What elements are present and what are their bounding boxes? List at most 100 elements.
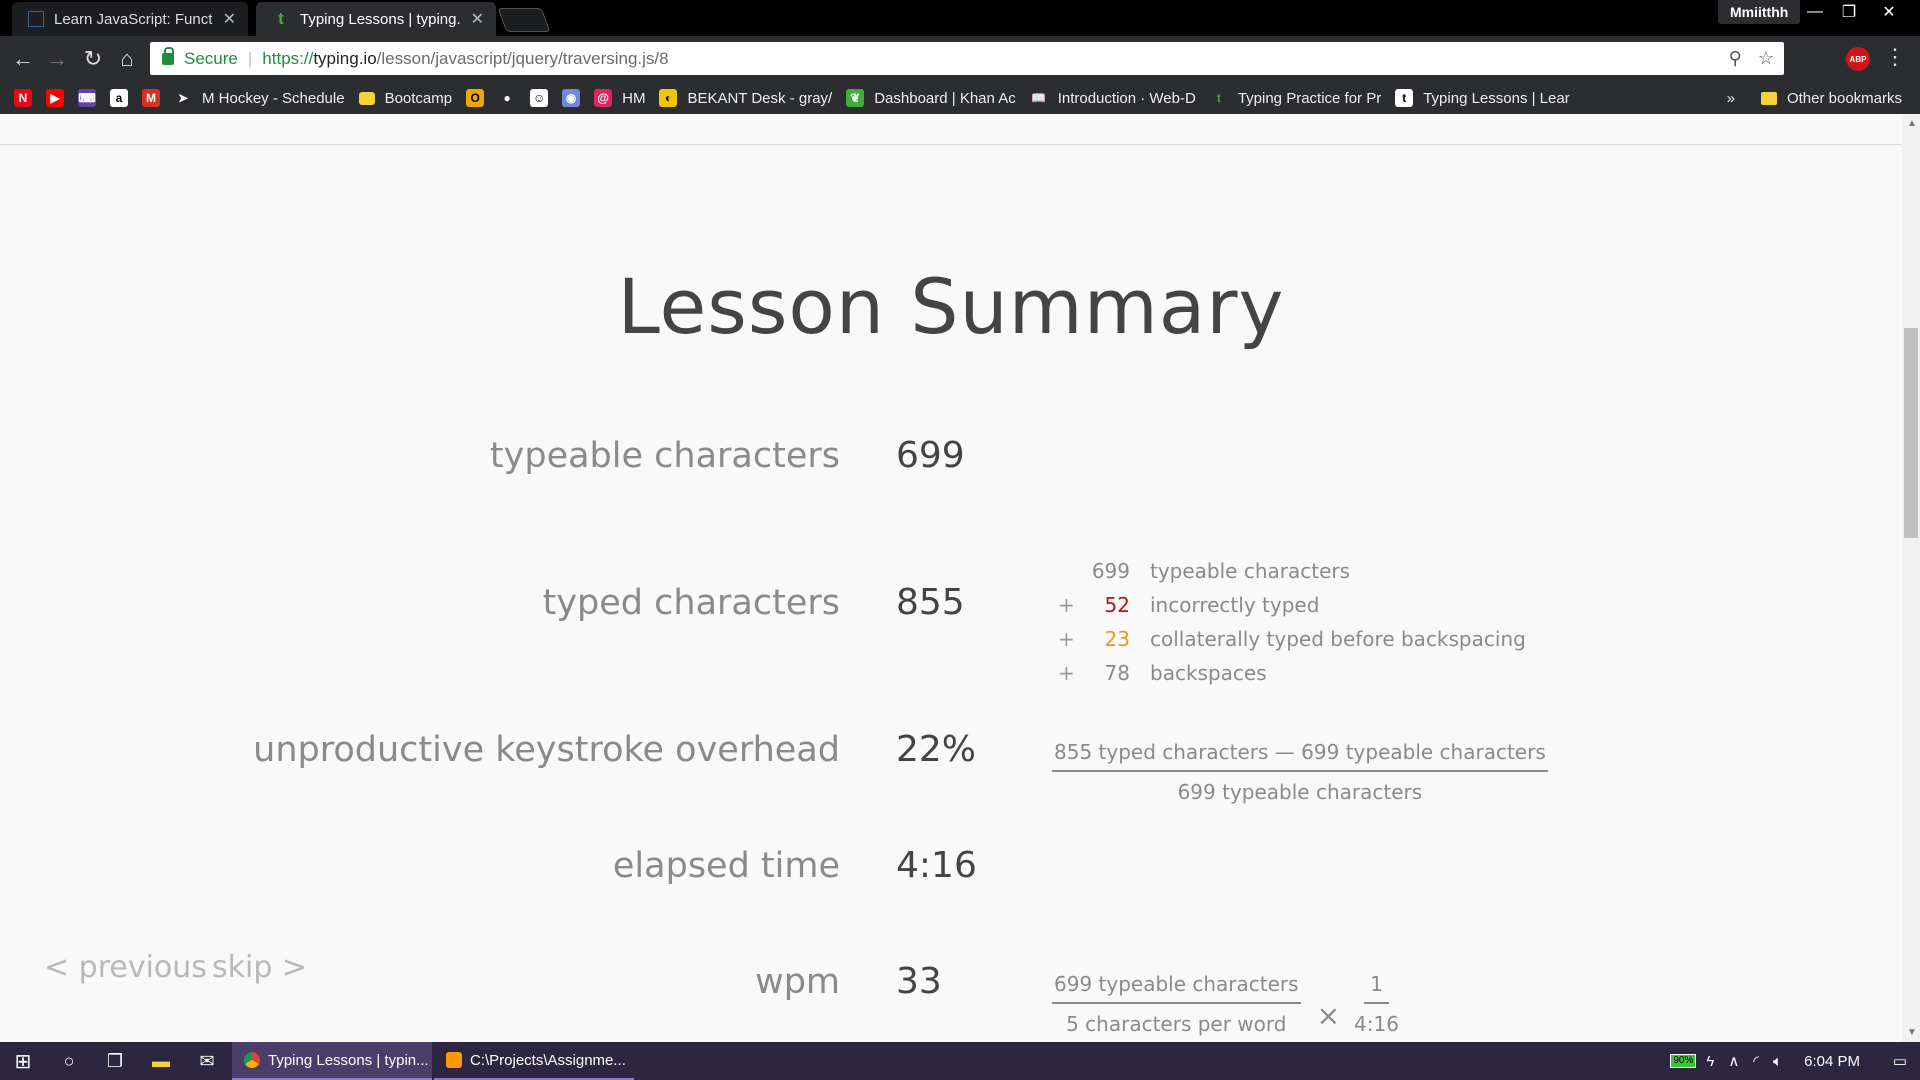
bookmark-label: M Hockey - Schedule	[202, 89, 345, 107]
operator: +	[1058, 627, 1075, 651]
back-button[interactable]: ←	[8, 44, 38, 74]
hm-icon: @	[594, 89, 613, 107]
operator: +	[1058, 593, 1075, 617]
bookmark-item[interactable]: Bootcamp	[358, 90, 452, 107]
header-divider	[0, 144, 1902, 145]
scroll-down-arrow-icon[interactable]: ▼	[1907, 1027, 1917, 1038]
typed-breakdown: 699 typeable characters + 52 incorrectly…	[1058, 554, 1526, 690]
bookmark-item[interactable]: ◉	[562, 89, 581, 107]
bookmark-item[interactable]: ▶	[46, 89, 64, 107]
bookmark-item[interactable]: ●	[498, 89, 517, 107]
scroll-up-arrow-icon[interactable]: ▲	[1907, 118, 1917, 129]
url-host: typing.io	[313, 48, 377, 68]
bookmark-item[interactable]: N	[14, 89, 32, 107]
previous-lesson-link[interactable]: < previous	[44, 950, 207, 985]
close-tab-icon[interactable]: ✕	[223, 9, 236, 29]
tab-title: Typing Lessons | typing.i	[300, 10, 461, 28]
typeable-characters-value: 699	[896, 435, 965, 476]
netflix-icon: N	[14, 89, 32, 107]
bookmark-item[interactable]: ◐ BEKANT Desk - gray/	[659, 89, 832, 107]
wifi-icon[interactable]: ◜	[1753, 1052, 1759, 1070]
secure-label: Secure	[184, 48, 238, 68]
folder-icon	[1760, 91, 1777, 105]
fraction: 1 4:16	[1354, 972, 1399, 1036]
fraction: 855 typed characters — 699 typeable char…	[1052, 740, 1548, 804]
reddit-icon: ☺	[530, 89, 549, 107]
file-explorer-icon[interactable]: ▬	[138, 1042, 184, 1080]
bookmark-item[interactable]: ❦ Dashboard | Khan Ac	[846, 89, 1016, 107]
youtube-icon: ▶	[46, 89, 64, 107]
close-window-button[interactable]: ✕	[1872, 0, 1906, 24]
adblock-plus-icon[interactable]: ABP	[1846, 47, 1870, 71]
typed-characters-value: 855	[896, 582, 965, 623]
bookmark-item[interactable]: 📖 Introduction · Web-D	[1029, 89, 1196, 107]
other-bookmarks-folder[interactable]: Other bookmarks	[1760, 89, 1902, 107]
hockey-icon: ➤	[174, 89, 192, 107]
bookmark-label: Introduction · Web-D	[1057, 89, 1196, 107]
bookmarks-overflow-button[interactable]: »	[1727, 90, 1735, 107]
new-tab-button[interactable]	[497, 8, 551, 32]
close-tab-icon[interactable]: ✕	[471, 9, 484, 29]
show-hidden-icons-icon[interactable]: ∧	[1728, 1052, 1739, 1070]
codecademy-favicon-icon	[28, 11, 44, 27]
reload-button[interactable]: ↻	[78, 44, 108, 74]
bookmark-item[interactable]: ⌨	[78, 89, 96, 107]
vertical-scrollbar[interactable]: ▲ ▼	[1902, 114, 1920, 1042]
bookmark-item[interactable]: M	[142, 89, 160, 107]
clock[interactable]: 6:04 PM	[1804, 1053, 1860, 1070]
tab-typing-lessons[interactable]: t Typing Lessons | typing.i ✕	[256, 2, 496, 36]
elapsed-time-value: 4:16	[896, 845, 977, 886]
other-bookmarks-label: Other bookmarks	[1786, 89, 1902, 107]
overhead-formula: 855 typed characters — 699 typeable char…	[1052, 740, 1548, 804]
taskbar-app-sublime[interactable]: C:\Projects\Assignme...	[434, 1042, 634, 1080]
zoom-icon[interactable]: ⚲	[1729, 48, 1742, 69]
lock-icon	[162, 46, 174, 65]
incorrect-count: 52	[1104, 593, 1130, 617]
bookmark-item[interactable]: a	[110, 89, 128, 107]
twitch-icon: ⌨	[78, 89, 96, 107]
book-icon: 📖	[1029, 89, 1048, 107]
action-center-icon[interactable]: ▭	[1880, 1042, 1920, 1080]
breakdown-row: + 23 collaterally typed before backspaci…	[1058, 622, 1526, 656]
bookmark-label: Typing Practice for Pr	[1237, 89, 1382, 107]
breakdown-label: typeable characters	[1150, 559, 1351, 583]
skip-lesson-link[interactable]: skip >	[212, 950, 307, 985]
mail-icon[interactable]: ✉	[184, 1042, 230, 1080]
bookmark-item[interactable]: ➤ M Hockey - Schedule	[174, 89, 345, 107]
bookmark-item[interactable]: O	[466, 89, 485, 107]
chrome-menu-icon[interactable]: ⋮	[1884, 44, 1906, 70]
bookmark-label: Typing Lessons | Lear	[1423, 89, 1570, 107]
cortana-search-icon[interactable]: ○	[46, 1042, 92, 1080]
battery-indicator[interactable]: 90%	[1670, 1054, 1697, 1068]
bookmark-item[interactable]: @ HM	[594, 89, 645, 107]
breakdown-row: 699 typeable characters	[1058, 554, 1526, 588]
address-bar[interactable]: Secure | https://typing.io/lesson/javasc…	[150, 42, 1784, 75]
bookmark-item[interactable]: t Typing Lessons | Lear	[1395, 89, 1570, 107]
fraction-numerator: 855 typed characters — 699 typeable char…	[1052, 740, 1548, 772]
forward-button[interactable]: →	[42, 44, 72, 74]
bookmark-star-icon[interactable]: ☆	[1758, 48, 1774, 69]
bookmark-item[interactable]: ☺	[530, 89, 549, 107]
taskbar-app-chrome[interactable]: Typing Lessons | typin...	[232, 1042, 432, 1080]
breakdown-label: collaterally typed before backspacing	[1150, 627, 1526, 651]
minimize-button[interactable]: —	[1798, 0, 1832, 24]
home-button[interactable]: ⌂	[112, 44, 142, 74]
restore-button[interactable]: ❐	[1832, 0, 1866, 24]
scrollbar-thumb[interactable]	[1904, 328, 1918, 538]
tab-learn-javascript[interactable]: Learn JavaScript: Functio ✕	[12, 2, 248, 36]
fraction-denominator: 4:16	[1354, 1012, 1399, 1036]
overhead-label: unproductive keystroke overhead	[253, 730, 840, 770]
bookmark-item[interactable]: t Typing Practice for Pr	[1209, 89, 1382, 107]
power-plug-icon[interactable]: ϟ	[1706, 1053, 1714, 1070]
wpm-value: 33	[896, 961, 942, 1002]
system-tray: 90% ϟ ∧ ◜ 🔈︎ 6:04 PM ▭	[1670, 1042, 1920, 1080]
fraction-numerator: 1	[1364, 972, 1389, 1004]
start-button[interactable]: ⊞	[0, 1042, 46, 1080]
overhead-value: 22%	[896, 729, 977, 770]
sublime-text-icon	[446, 1052, 462, 1068]
volume-icon[interactable]: 🔈︎	[1773, 1053, 1782, 1070]
apple-icon: ●	[498, 89, 517, 107]
task-view-icon[interactable]: ❐	[92, 1042, 138, 1080]
operator: +	[1058, 661, 1075, 685]
profile-button[interactable]: Mmiitthh	[1718, 0, 1801, 24]
